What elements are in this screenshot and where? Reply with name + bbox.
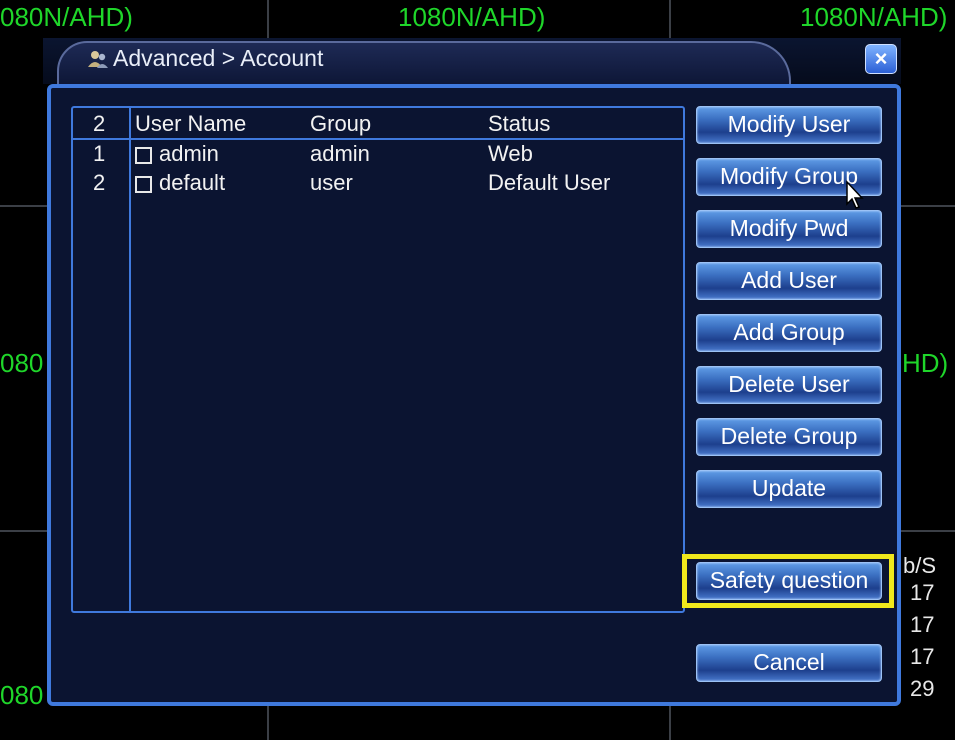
channel-label: 1080N/AHD) [398, 2, 546, 32]
row-user: admin [159, 141, 219, 166]
row-index: 1 [93, 141, 106, 166]
delete-user-button[interactable]: Delete User [696, 366, 882, 404]
channel-label: 080N/AHD) [0, 2, 133, 32]
side-number: b/S [903, 553, 937, 578]
side-number: 29 [910, 676, 935, 701]
row-checkbox[interactable] [135, 176, 152, 193]
row-group: admin [310, 141, 370, 166]
channel-label: 080 [0, 680, 44, 710]
column-header-status: Status [488, 111, 551, 136]
side-number: 17 [910, 644, 935, 669]
row-checkbox[interactable] [135, 147, 152, 164]
dialog-title: Advanced > Account [113, 45, 324, 71]
side-number: 17 [910, 580, 935, 605]
add-group-button[interactable]: Add Group [696, 314, 882, 352]
add-user-button[interactable]: Add User [696, 262, 882, 300]
row-user: default [159, 170, 226, 195]
channel-label: 080 [0, 348, 44, 378]
column-divider [129, 108, 131, 611]
side-number: 17 [910, 612, 935, 637]
close-button[interactable]: × [865, 44, 897, 74]
column-header-group: Group [310, 111, 372, 136]
cancel-button[interactable]: Cancel [696, 644, 882, 682]
row-index: 2 [93, 170, 106, 195]
safety-question-button[interactable]: Safety question [696, 562, 882, 600]
modify-user-button[interactable]: Modify User [696, 106, 882, 144]
update-button[interactable]: Update [696, 470, 882, 508]
channel-label: 1080N/AHD) [800, 2, 948, 32]
row-group: user [310, 170, 353, 195]
account-dialog: Advanced > Account × 2 User Name Group S… [43, 38, 901, 706]
mouse-cursor-icon [846, 180, 864, 209]
user-group-icon [88, 51, 108, 68]
title-bar: Advanced > Account × [43, 38, 901, 85]
dialog-body: 2 User Name Group Status 1 admin admin W… [47, 84, 901, 706]
column-header-user: User Name [135, 111, 247, 136]
delete-group-button[interactable]: Delete Group [696, 418, 882, 456]
modify-pwd-button[interactable]: Modify Pwd [696, 210, 882, 248]
row-status: Web [488, 141, 533, 166]
count-header: 2 [93, 111, 106, 136]
channel-label: HD) [902, 348, 949, 378]
account-table: 2 User Name Group Status 1 admin admin W… [71, 106, 685, 613]
row-status: Default User [488, 170, 611, 195]
